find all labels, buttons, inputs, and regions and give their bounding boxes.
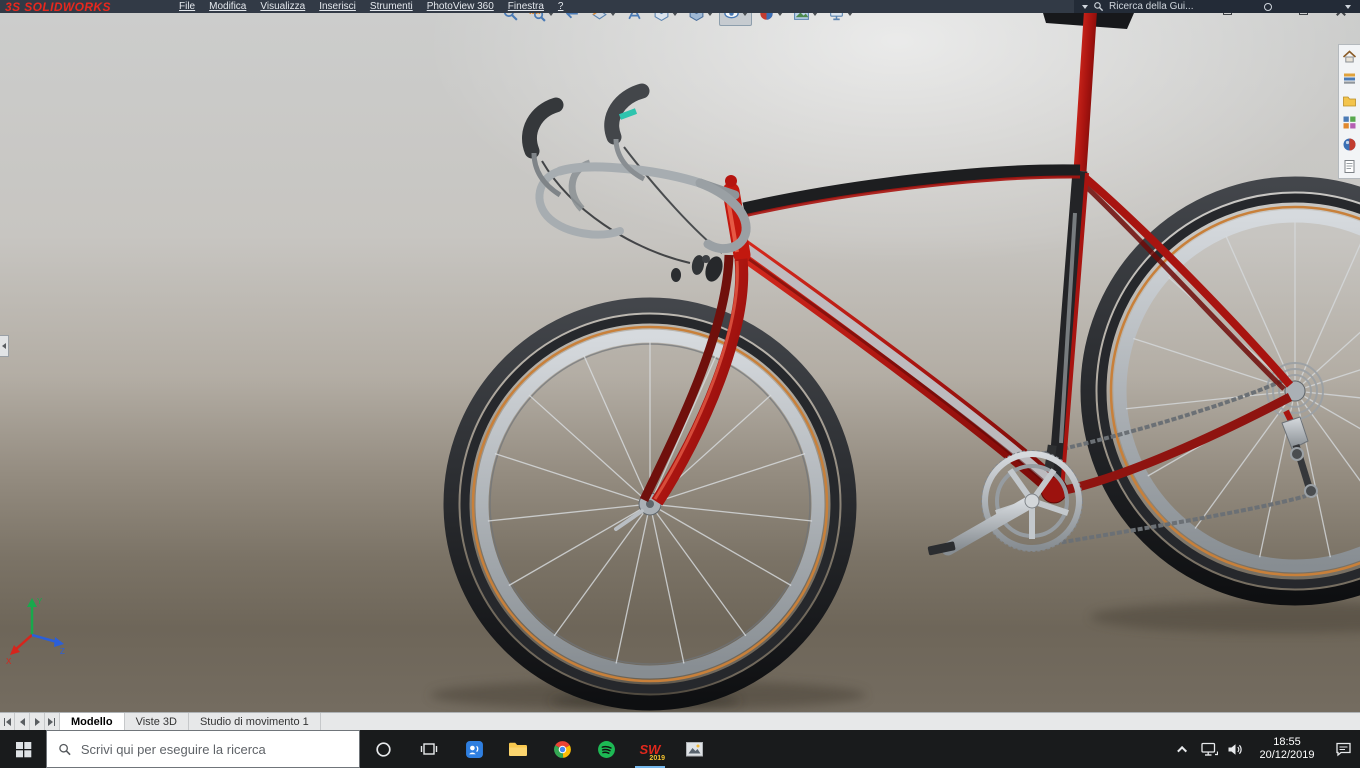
titlebar-options[interactable] [1336, 0, 1360, 13]
tab-scroll-last-icon[interactable] [45, 713, 60, 730]
left-brake-hood [522, 97, 564, 159]
menu-help[interactable]: ? [551, 1, 571, 12]
help-search-input[interactable] [1109, 1, 1259, 12]
cortana-icon [375, 741, 391, 757]
network-icon [1200, 742, 1218, 756]
appearances-scenes-icon[interactable] [1342, 137, 1357, 152]
system-tray: 18:55 20/12/2019 [1170, 730, 1360, 768]
file-explorer-icon [509, 742, 527, 756]
clock-time: 18:55 [1273, 736, 1301, 748]
rear-wheel [1080, 176, 1360, 606]
solidworks-icon: SW 2019 [639, 741, 665, 763]
front-brake [671, 255, 723, 282]
task-pane-rail [1338, 44, 1360, 179]
task-view-button[interactable] [406, 730, 452, 768]
clock-date: 20/12/2019 [1259, 749, 1315, 761]
collapse-arrow-icon [2, 343, 6, 349]
crank-arm [941, 494, 1039, 556]
tab-modello[interactable]: Modello [60, 713, 125, 730]
tray-chevron-button[interactable] [1170, 730, 1196, 768]
bike-render[interactable]: Y X Z [0, 13, 1360, 712]
titlebar-chevron-icon [1345, 4, 1351, 9]
menu-inserisci[interactable]: Inserisci [312, 1, 363, 12]
taskbar-search-icon [59, 743, 71, 755]
file-explorer-button[interactable] [496, 730, 540, 768]
view-palette-icon[interactable] [1342, 115, 1357, 130]
custom-properties-icon[interactable] [1342, 159, 1357, 174]
main-menus: File Modifica Visualizza Inserisci Strum… [172, 0, 570, 13]
photos-button[interactable] [672, 730, 716, 768]
chat-app-button[interactable] [452, 730, 496, 768]
chevron-up-icon [1176, 745, 1187, 756]
taskbar-search-box[interactable] [46, 730, 360, 768]
menu-modifica[interactable]: Modifica [202, 1, 253, 12]
taskbar-clock[interactable]: 18:55 20/12/2019 [1248, 736, 1326, 762]
volume-icon [1228, 743, 1242, 755]
tab-scroll-first-icon[interactable] [0, 713, 15, 730]
document-tab-bar: Modello Viste 3D Studio di movimento 1 [0, 712, 1360, 730]
tab-scroll-prev-icon[interactable] [15, 713, 30, 730]
solidworks-taskbar-button[interactable]: SW 2019 [628, 730, 672, 768]
front-wheel [443, 297, 857, 711]
chrome-button[interactable] [540, 730, 584, 768]
task-view-icon [420, 743, 438, 755]
start-button[interactable] [0, 730, 46, 768]
spotify-icon [597, 740, 615, 758]
solidworks-window: 3S SOLIDWORKS File Modifica Visualizza I… [0, 0, 1360, 768]
spotify-button[interactable] [584, 730, 628, 768]
menu-bar: 3S SOLIDWORKS File Modifica Visualizza I… [0, 0, 1360, 13]
chat-app-icon [465, 740, 483, 758]
seat-mast [1073, 13, 1097, 172]
design-library-icon[interactable] [1342, 71, 1357, 86]
help-icon[interactable] [1264, 2, 1272, 11]
help-search-box[interactable] [1074, 0, 1336, 13]
solidworks-logo-text: 3S SOLIDWORKS [5, 0, 111, 13]
taskbar-search-input[interactable] [80, 741, 348, 757]
home-icon[interactable] [1342, 49, 1357, 64]
feature-panel-collapse-tab[interactable] [0, 335, 9, 357]
tab-studio-di-movimento[interactable]: Studio di movimento 1 [189, 713, 321, 730]
menu-strumenti[interactable]: Strumenti [363, 1, 420, 12]
action-center-icon [1335, 742, 1351, 757]
start-icon [15, 741, 31, 757]
triad-z-label: Z [60, 647, 65, 656]
volume-button[interactable] [1222, 730, 1248, 768]
action-center-button[interactable] [1326, 730, 1360, 768]
orientation-triad: Y X Z [6, 597, 65, 666]
tab-scroll-next-icon[interactable] [30, 713, 45, 730]
chrome-icon [553, 740, 571, 758]
menu-finestra[interactable]: Finestra [501, 1, 551, 12]
cortana-button[interactable] [360, 730, 406, 768]
photos-icon [685, 741, 703, 756]
search-icon [1094, 2, 1104, 12]
tab-viste-3d[interactable]: Viste 3D [125, 713, 189, 730]
triad-x-label: X [6, 657, 12, 666]
menu-visualizza[interactable]: Visualizza [253, 1, 312, 12]
network-button[interactable] [1196, 730, 1222, 768]
handlebar-assembly [522, 83, 751, 264]
file-explorer-icon[interactable] [1342, 93, 1357, 108]
menu-photoview360[interactable]: PhotoView 360 [420, 1, 501, 12]
menu-file[interactable]: File [172, 1, 202, 12]
solidworks-logo: 3S SOLIDWORKS [0, 0, 172, 13]
triad-y-label: Y [37, 597, 43, 606]
search-scope-chevron-icon[interactable] [1082, 4, 1088, 9]
windows-taskbar: SW 2019 18:55 20/12/2019 [0, 730, 1360, 768]
graphics-area[interactable]: Y X Z [0, 13, 1360, 712]
tab-scroll-buttons [0, 713, 60, 730]
